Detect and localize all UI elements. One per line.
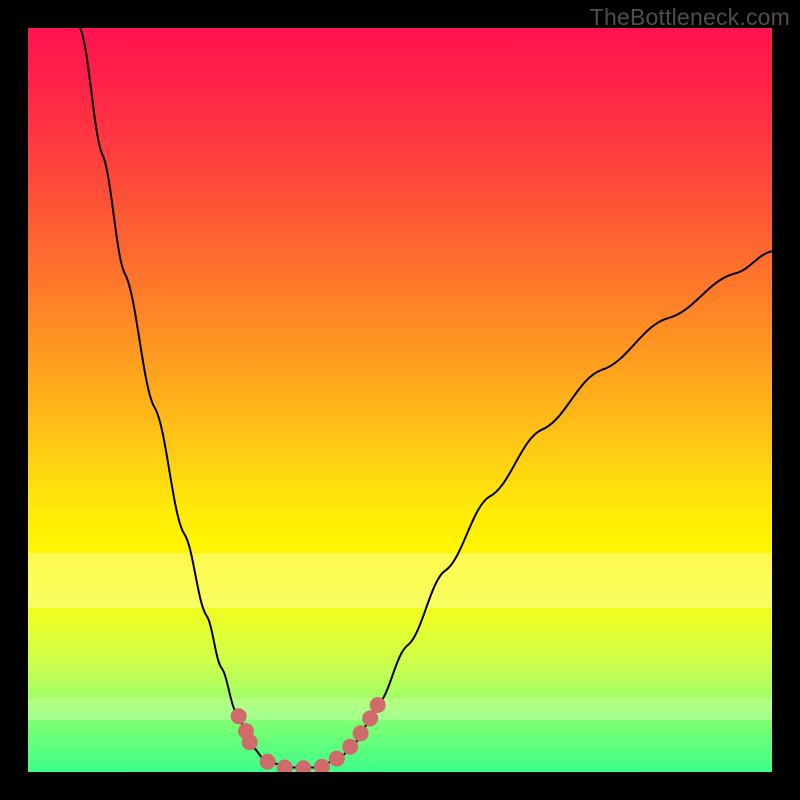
trough-marker: [370, 697, 386, 713]
trough-marker: [329, 751, 345, 767]
chart-frame: TheBottleneck.com: [0, 0, 800, 800]
watermark-text: TheBottleneck.com: [590, 4, 790, 31]
plot-area: [28, 28, 772, 772]
trough-marker: [295, 760, 311, 772]
trough-marker: [277, 760, 293, 773]
trough-marker: [342, 739, 358, 755]
trough-marker: [353, 725, 369, 741]
trough-marker: [242, 734, 258, 750]
bottleneck-curve-svg: [28, 28, 772, 772]
trough-marker: [231, 708, 247, 724]
trough-marker: [362, 710, 378, 726]
trough-marker: [260, 754, 276, 770]
trough-marker-group: [231, 697, 386, 772]
bottleneck-curve-path: [80, 28, 772, 768]
trough-marker: [314, 759, 330, 772]
